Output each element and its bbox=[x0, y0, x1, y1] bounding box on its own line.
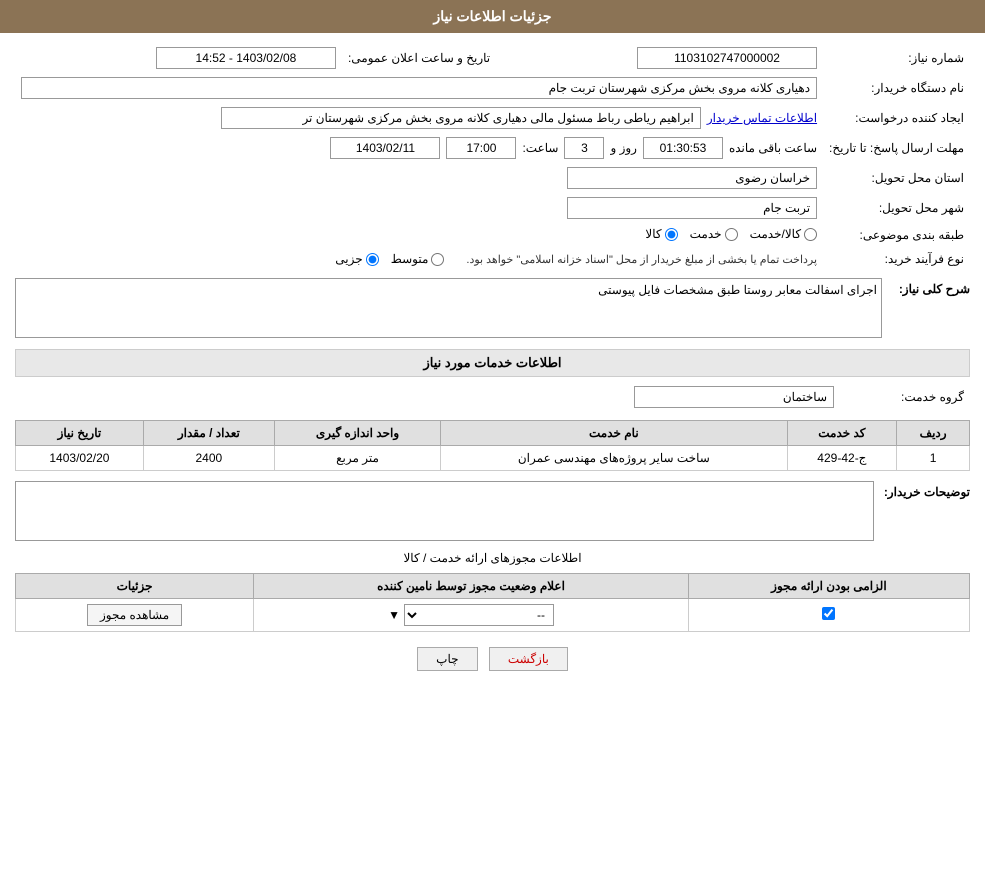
services-section-title: اطلاعات خدمات مورد نیاز bbox=[15, 349, 970, 377]
cell-name: ساخت سایر پروژه‌های مهندسی عمران bbox=[441, 446, 787, 471]
announce-date-input[interactable] bbox=[156, 47, 336, 69]
radio-jozyi-input[interactable] bbox=[366, 253, 379, 266]
need-desc-section: شرح کلی نیاز: اجرای اسفالت معابر روستا ط… bbox=[15, 278, 970, 341]
radio-motavaset[interactable]: متوسط bbox=[391, 252, 445, 266]
requester-label: ایجاد کننده درخواست: bbox=[823, 103, 970, 133]
table-row: 1 ج-42-429 ساخت سایر پروژه‌های مهندسی عم… bbox=[16, 446, 970, 471]
category-row: کالا/خدمت خدمت کالا bbox=[15, 223, 823, 248]
province-value bbox=[15, 163, 823, 193]
province-label: استان محل تحویل: bbox=[823, 163, 970, 193]
time-input[interactable] bbox=[446, 137, 516, 159]
back-button[interactable]: بازگشت bbox=[489, 647, 568, 671]
need-desc-textarea[interactable]: اجرای اسفالت معابر روستا طبق مشخصات فایل… bbox=[15, 278, 882, 338]
radio-kala-khadamat[interactable]: کالا/خدمت bbox=[750, 227, 817, 241]
days-input[interactable] bbox=[564, 137, 604, 159]
page-wrapper: جزئیات اطلاعات نیاز شماره نیاز: تاریخ و … bbox=[0, 0, 985, 875]
radio-kala-khadamat-input[interactable] bbox=[804, 228, 817, 241]
city-label: شهر محل تحویل: bbox=[823, 193, 970, 223]
info-table: شماره نیاز: تاریخ و ساعت اعلان عمومی: نا… bbox=[15, 43, 970, 270]
city-input[interactable] bbox=[567, 197, 817, 219]
cell-code: ج-42-429 bbox=[787, 446, 897, 471]
time-label: ساعت: bbox=[522, 141, 558, 155]
col-code: کد خدمت bbox=[787, 421, 897, 446]
permits-details-cell: مشاهده مجوز bbox=[16, 599, 254, 632]
view-permit-button[interactable]: مشاهده مجوز bbox=[87, 604, 182, 626]
purchase-note-text: پرداخت تمام یا بخشی از مبلغ خریدار از مح… bbox=[466, 253, 817, 266]
radio-motavaset-label: متوسط bbox=[391, 252, 429, 266]
remaining-label: ساعت باقی مانده bbox=[729, 141, 817, 155]
dropdown-icon: ▼ bbox=[388, 608, 400, 622]
service-group-label: گروه خدمت: bbox=[840, 382, 970, 412]
cell-unit: متر مربع bbox=[274, 446, 440, 471]
col-name: نام خدمت bbox=[441, 421, 787, 446]
permits-col-details: جزئیات bbox=[16, 574, 254, 599]
purchase-type-row: پرداخت تمام یا بخشی از مبلغ خریدار از مح… bbox=[15, 248, 823, 271]
need-number-value bbox=[496, 43, 823, 73]
radio-kala[interactable]: کالا bbox=[645, 227, 677, 241]
buyer-org-label: نام دستگاه خریدار: bbox=[823, 73, 970, 103]
deadline-date-input[interactable] bbox=[330, 137, 440, 159]
buyer-notes-section: توضیحات خریدار: bbox=[15, 481, 970, 541]
city-value bbox=[15, 193, 823, 223]
permits-status-cell: -- ▼ bbox=[254, 599, 689, 632]
buyer-notes-row: توضیحات خریدار: bbox=[15, 481, 970, 541]
buyer-notes-textarea[interactable] bbox=[15, 481, 874, 541]
permits-required-cell bbox=[688, 599, 969, 632]
deadline-row: ساعت باقی مانده روز و ساعت: bbox=[15, 133, 823, 163]
announce-date-value bbox=[15, 43, 342, 73]
permits-status-select[interactable]: -- bbox=[404, 604, 554, 626]
radio-khadamat[interactable]: خدمت bbox=[690, 227, 738, 241]
announce-date-label: تاریخ و ساعت اعلان عمومی: bbox=[342, 43, 496, 73]
permits-col-status: اعلام وضعیت مجوز توسط نامین کننده bbox=[254, 574, 689, 599]
purchase-type-label: نوع فرآیند خرید: bbox=[823, 248, 970, 271]
radio-kala-input[interactable] bbox=[665, 228, 678, 241]
cell-row: 1 bbox=[897, 446, 970, 471]
remaining-input[interactable] bbox=[643, 137, 723, 159]
deadline-label: مهلت ارسال پاسخ: تا تاریخ: bbox=[823, 133, 970, 163]
col-row: ردیف bbox=[897, 421, 970, 446]
need-desc-content: اجرای اسفالت معابر روستا طبق مشخصات فایل… bbox=[15, 278, 882, 341]
cell-quantity: 2400 bbox=[143, 446, 274, 471]
contact-link[interactable]: اطلاعات تماس خریدار bbox=[707, 111, 817, 125]
page-title: جزئیات اطلاعات نیاز bbox=[433, 8, 551, 24]
permits-row: -- ▼ مشاهده مجوز bbox=[16, 599, 970, 632]
radio-khadamat-label: خدمت bbox=[690, 227, 722, 241]
cell-date: 1403/02/20 bbox=[16, 446, 144, 471]
category-label: طبقه بندی موضوعی: bbox=[823, 223, 970, 248]
need-number-input[interactable] bbox=[637, 47, 817, 69]
permits-table: الزامی بودن ارائه مجوز اعلام وضعیت مجوز … bbox=[15, 573, 970, 632]
province-input[interactable] bbox=[567, 167, 817, 189]
radio-kala-label: کالا bbox=[645, 227, 661, 241]
service-group-table: گروه خدمت: bbox=[15, 382, 970, 412]
buyer-notes-label: توضیحات خریدار: bbox=[884, 481, 970, 499]
service-group-value bbox=[15, 382, 840, 412]
page-header: جزئیات اطلاعات نیاز bbox=[0, 0, 985, 33]
radio-motavaset-input[interactable] bbox=[431, 253, 444, 266]
buyer-org-input[interactable] bbox=[21, 77, 817, 99]
requester-value: اطلاعات تماس خریدار bbox=[15, 103, 823, 133]
content-area: شماره نیاز: تاریخ و ساعت اعلان عمومی: نا… bbox=[0, 33, 985, 696]
services-table: ردیف کد خدمت نام خدمت واحد اندازه گیری ت… bbox=[15, 420, 970, 471]
radio-kala-khadamat-label: کالا/خدمت bbox=[750, 227, 801, 241]
radio-jozyi-label: جزیی bbox=[335, 252, 362, 266]
permits-section: اطلاعات مجوزهای ارائه خدمت / کالا الزامی… bbox=[15, 551, 970, 632]
buyer-org-value bbox=[15, 73, 823, 103]
service-group-input[interactable] bbox=[634, 386, 834, 408]
col-date: تاریخ نیاز bbox=[16, 421, 144, 446]
radio-jozyi[interactable]: جزیی bbox=[335, 252, 378, 266]
permits-required-checkbox[interactable] bbox=[822, 607, 835, 620]
need-number-label: شماره نیاز: bbox=[823, 43, 970, 73]
col-quantity: تعداد / مقدار bbox=[143, 421, 274, 446]
print-button[interactable]: چاپ bbox=[417, 647, 477, 671]
bottom-buttons: بازگشت چاپ bbox=[15, 647, 970, 671]
requester-input[interactable] bbox=[221, 107, 701, 129]
radio-khadamat-input[interactable] bbox=[725, 228, 738, 241]
days-label: روز و bbox=[610, 141, 637, 155]
permits-col-required: الزامی بودن ارائه مجوز bbox=[688, 574, 969, 599]
permits-title: اطلاعات مجوزهای ارائه خدمت / کالا bbox=[15, 551, 970, 565]
permits-title-text: اطلاعات مجوزهای ارائه خدمت / کالا bbox=[403, 551, 581, 565]
need-desc-label: شرح کلی نیاز: bbox=[890, 278, 970, 296]
col-unit: واحد اندازه گیری bbox=[274, 421, 440, 446]
